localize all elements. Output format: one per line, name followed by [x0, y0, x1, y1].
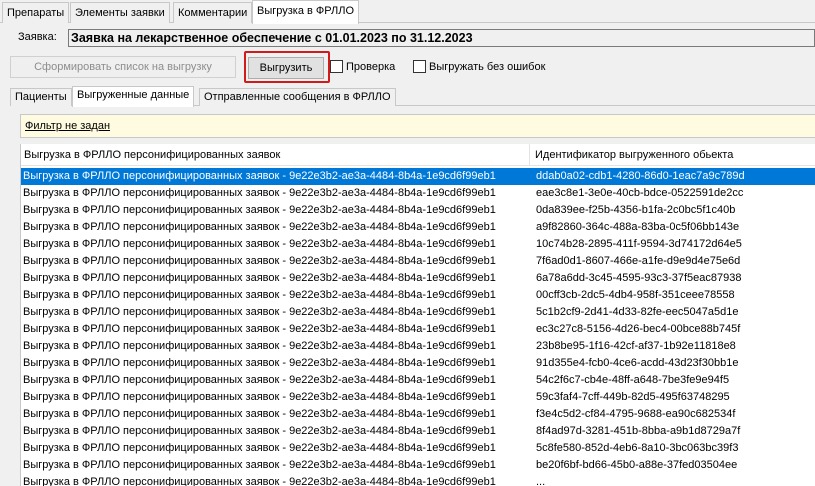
table-row[interactable]: Выгрузка в ФРЛЛО персонифицированных зая…: [21, 440, 815, 457]
table-row[interactable]: Выгрузка в ФРЛЛО персонифицированных зая…: [21, 372, 815, 389]
cell-object-id: ...: [536, 476, 546, 486]
tab-kommentarii[interactable]: Комментарии: [173, 2, 253, 23]
subtab-vygruzhennye-dannye[interactable]: Выгруженные данные: [72, 86, 195, 107]
cell-object-id: 8f4ad97d-3281-451b-8bba-a9b1d8729a7f: [536, 425, 741, 437]
table-row[interactable]: Выгрузка в ФРЛЛО персонифицированных зая…: [21, 355, 815, 372]
cell-upload: Выгрузка в ФРЛЛО персонифицированных зая…: [23, 221, 496, 233]
cell-upload: Выгрузка в ФРЛЛО персонифицированных зая…: [23, 340, 496, 352]
cell-upload: Выгрузка в ФРЛЛО персонифицированных зая…: [23, 459, 496, 471]
tab-vygruzka-frllo[interactable]: Выгрузка в ФРЛЛО: [252, 0, 359, 24]
main-tab-bar: Препараты Элементы заявки Комментарии Вы…: [0, 0, 815, 24]
cell-object-id: 5c8fe580-852d-4eb6-8a10-3bc063bc39f3: [536, 442, 739, 454]
table-row[interactable]: Выгрузка в ФРЛЛО персонифицированных зая…: [21, 168, 815, 185]
cell-upload: Выгрузка в ФРЛЛО персонифицированных зая…: [23, 306, 496, 318]
table-row[interactable]: Выгрузка в ФРЛЛО персонифицированных зая…: [21, 253, 815, 270]
tab-preparaty[interactable]: Препараты: [2, 2, 70, 23]
check-checkbox-box[interactable]: [330, 60, 343, 73]
table-row[interactable]: Выгрузка в ФРЛЛО персонифицированных зая…: [21, 202, 815, 219]
cell-object-id: 91d355e4-fcb0-4ce6-acdd-43d23f30bb1e: [536, 357, 739, 369]
cell-upload: Выгрузка в ФРЛЛО персонифицированных зая…: [23, 289, 496, 301]
table-row[interactable]: Выгрузка в ФРЛЛО персонифицированных зая…: [21, 389, 815, 406]
zayavka-field: Заявка на лекарственное обеспечение с 01…: [68, 29, 815, 47]
no-errors-checkbox-label: Выгружать без ошибок: [429, 60, 546, 73]
cell-object-id: be20f6bf-bd66-45b0-a88e-37fed03504ee: [536, 459, 738, 471]
cell-upload: Выгрузка в ФРЛЛО персонифицированных зая…: [23, 238, 496, 250]
zayavka-label: Заявка:: [18, 31, 57, 43]
cell-object-id: eae3c8e1-3e0e-40cb-bdce-0522591de2cc: [536, 187, 744, 199]
cell-object-id: 5c1b2cf9-2d41-4d33-82fe-eec5047a5d1e: [536, 306, 739, 318]
no-errors-checkbox-box[interactable]: [413, 60, 426, 73]
uploaded-data-grid: Выгрузка в ФРЛЛО персонифицированных зая…: [20, 144, 815, 486]
cell-upload: Выгрузка в ФРЛЛО персонифицированных зая…: [23, 476, 496, 486]
cell-upload: Выгрузка в ФРЛЛО персонифицированных зая…: [23, 323, 496, 335]
column-header-upload[interactable]: Выгрузка в ФРЛЛО персонифицированных зая…: [21, 144, 530, 166]
table-row[interactable]: Выгрузка в ФРЛЛО персонифицированных зая…: [21, 270, 815, 287]
cell-upload: Выгрузка в ФРЛЛО персонифицированных зая…: [23, 255, 496, 267]
table-row[interactable]: Выгрузка в ФРЛЛО персонифицированных зая…: [21, 474, 815, 486]
cell-upload: Выгрузка в ФРЛЛО персонифицированных зая…: [23, 374, 496, 386]
cell-upload: Выгрузка в ФРЛЛО персонифицированных зая…: [23, 204, 496, 216]
no-errors-checkbox[interactable]: Выгружать без ошибок: [413, 60, 545, 73]
filter-link[interactable]: Фильтр не задан: [25, 120, 110, 132]
tab-elementy-zayavki[interactable]: Элементы заявки: [70, 2, 170, 23]
table-row[interactable]: Выгрузка в ФРЛЛО персонифицированных зая…: [21, 287, 815, 304]
cell-upload: Выгрузка в ФРЛЛО персонифицированных зая…: [23, 187, 496, 199]
cell-object-id: f3e4c5d2-cf84-4795-9688-ea90c682534f: [536, 408, 736, 420]
cell-object-id: 0da839ee-f25b-4356-b1fa-2c0bc5f1c40b: [536, 204, 736, 216]
cell-upload: Выгрузка в ФРЛЛО персонифицированных зая…: [23, 408, 496, 420]
table-row[interactable]: Выгрузка в ФРЛЛО персонифицированных зая…: [21, 406, 815, 423]
grid-rows: Выгрузка в ФРЛЛО персонифицированных зая…: [21, 168, 815, 486]
table-row[interactable]: Выгрузка в ФРЛЛО персонифицированных зая…: [21, 423, 815, 440]
cell-object-id: 00cff3cb-2dc5-4db4-958f-351ceee78558: [536, 289, 735, 301]
table-row[interactable]: Выгрузка в ФРЛЛО персонифицированных зая…: [21, 304, 815, 321]
cell-object-id: 23b8be95-1f16-42cf-af37-1b92e11818e8: [536, 340, 736, 352]
cell-object-id: 54c2f6c7-cb4e-48ff-a648-7be3fe9e94f5: [536, 374, 730, 386]
column-header-object-id[interactable]: Идентификатор выгруженного обьекта: [530, 144, 815, 166]
table-row[interactable]: Выгрузка в ФРЛЛО персонифицированных зая…: [21, 236, 815, 253]
cell-object-id: 7f6ad0d1-8607-466e-a1fe-d9e9d4e75e6d: [536, 255, 741, 267]
cell-object-id: ddab0a02-cdb1-4280-86d0-1eac7a9c789d: [536, 170, 745, 182]
form-list-button[interactable]: Сформировать список на выгрузку: [10, 56, 236, 78]
cell-upload: Выгрузка в ФРЛЛО персонифицированных зая…: [23, 442, 496, 454]
check-checkbox[interactable]: Проверка: [330, 60, 395, 73]
grid-header: Выгрузка в ФРЛЛО персонифицированных зая…: [21, 144, 815, 166]
table-row[interactable]: Выгрузка в ФРЛЛО персонифицированных зая…: [21, 185, 815, 202]
cell-object-id: a9f82860-364c-488a-83ba-0c5f06bb143e: [536, 221, 740, 233]
filter-bar: Фильтр не задан: [20, 114, 815, 138]
cell-upload: Выгрузка в ФРЛЛО персонифицированных зая…: [23, 272, 496, 284]
sub-tab-bar: Пациенты Выгруженные данные Отправленные…: [10, 86, 815, 107]
cell-object-id: 10c74b28-2895-411f-9594-3d74172d64e5: [536, 238, 742, 250]
check-checkbox-label: Проверка: [346, 60, 396, 73]
table-row[interactable]: Выгрузка в ФРЛЛО персонифицированных зая…: [21, 457, 815, 474]
table-row[interactable]: Выгрузка в ФРЛЛО персонифицированных зая…: [21, 219, 815, 236]
cell-object-id: 59c3faf4-7cff-449b-82d5-495f63748295: [536, 391, 730, 403]
cell-upload: Выгрузка в ФРЛЛО персонифицированных зая…: [23, 425, 496, 437]
cell-upload: Выгрузка в ФРЛЛО персонифицированных зая…: [23, 170, 496, 182]
cell-object-id: ec3c27c8-5156-4d26-bec4-00bce88b745f: [536, 323, 741, 335]
cell-upload: Выгрузка в ФРЛЛО персонифицированных зая…: [23, 391, 496, 403]
cell-upload: Выгрузка в ФРЛЛО персонифицированных зая…: [23, 357, 496, 369]
subtab-patsienty[interactable]: Пациенты: [10, 88, 72, 106]
subtab-otpravlennye-soobshcheniya[interactable]: Отправленные сообщения в ФРЛЛО: [199, 88, 396, 106]
table-row[interactable]: Выгрузка в ФРЛЛО персонифицированных зая…: [21, 338, 815, 355]
table-row[interactable]: Выгрузка в ФРЛЛО персонифицированных зая…: [21, 321, 815, 338]
upload-button[interactable]: Выгрузить: [248, 57, 324, 79]
cell-object-id: 6a78a6dd-3c45-4595-93c3-37f5eac87938: [536, 272, 742, 284]
